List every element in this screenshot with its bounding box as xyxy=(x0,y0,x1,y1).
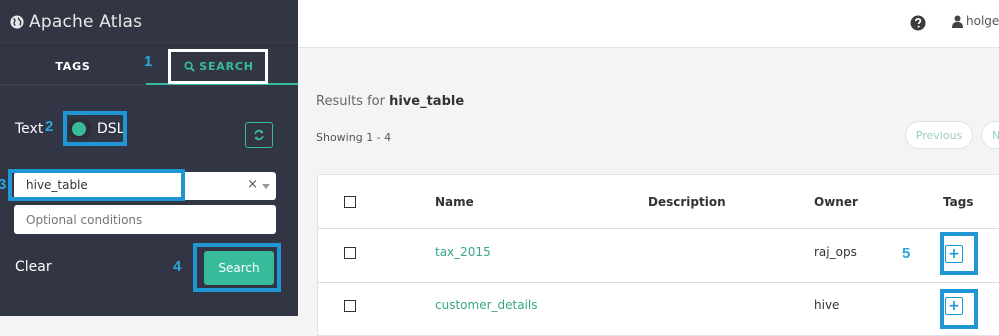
sidebar: Apache Atlas TAGS 1 SEARCH Text 2 DSL 3 … xyxy=(0,0,298,316)
row-divider xyxy=(318,228,999,229)
clear-query-icon[interactable]: × xyxy=(247,177,258,192)
highlight-box-search-tab xyxy=(168,49,268,84)
tab-tags[interactable]: TAGS xyxy=(0,48,146,86)
row-divider xyxy=(318,282,999,283)
entity-link[interactable]: tax_2015 xyxy=(435,245,491,259)
user-name: holger xyxy=(966,14,999,28)
column-header-name[interactable]: Name xyxy=(435,195,474,209)
user-icon xyxy=(952,15,963,28)
highlight-box-query xyxy=(8,169,185,201)
chevron-down-icon[interactable] xyxy=(262,184,270,189)
clear-link[interactable]: Clear xyxy=(15,259,52,275)
previous-page-button[interactable]: Previous xyxy=(905,121,973,149)
results-table: Name Description Owner Tags tax_2015 raj… xyxy=(317,174,999,336)
app-title: Apache Atlas xyxy=(29,12,143,32)
top-bar xyxy=(298,0,999,48)
callout-3: 3 xyxy=(0,176,7,193)
divider xyxy=(0,45,298,46)
callout-4: 4 xyxy=(173,258,182,275)
results-count: Showing 1 - 4 xyxy=(316,131,392,144)
app-brand[interactable]: Apache Atlas xyxy=(10,10,142,34)
column-header-tags: Tags xyxy=(943,195,974,209)
highlight-box-add-tag xyxy=(940,232,978,275)
column-header-description: Description xyxy=(648,195,726,209)
optional-conditions-input[interactable] xyxy=(14,205,276,234)
help-icon[interactable] xyxy=(910,15,926,31)
highlight-box-mode xyxy=(63,111,127,146)
refresh-button[interactable] xyxy=(245,122,273,148)
refresh-icon xyxy=(254,129,264,141)
highlight-box-search-button xyxy=(193,243,281,292)
row-checkbox[interactable] xyxy=(344,247,356,259)
row-owner: raj_ops xyxy=(814,245,857,259)
results-query: hive_table xyxy=(389,94,465,109)
globe-icon xyxy=(10,15,24,29)
next-page-button[interactable]: N xyxy=(981,121,999,149)
user-menu[interactable]: holger xyxy=(952,14,999,28)
mode-text-label: Text xyxy=(15,121,44,137)
row-owner: hive xyxy=(814,298,840,312)
entity-link[interactable]: customer_details xyxy=(435,298,538,312)
highlight-box-add-tag xyxy=(940,289,978,329)
results-title: Results for hive_table xyxy=(316,94,464,109)
row-checkbox[interactable] xyxy=(344,300,356,312)
callout-1: 1 xyxy=(144,53,153,70)
results-prefix: Results for xyxy=(316,94,390,109)
column-header-owner[interactable]: Owner xyxy=(814,195,858,209)
callout-5: 5 xyxy=(902,245,911,262)
select-all-checkbox[interactable] xyxy=(344,196,356,208)
callout-2: 2 xyxy=(45,118,54,135)
